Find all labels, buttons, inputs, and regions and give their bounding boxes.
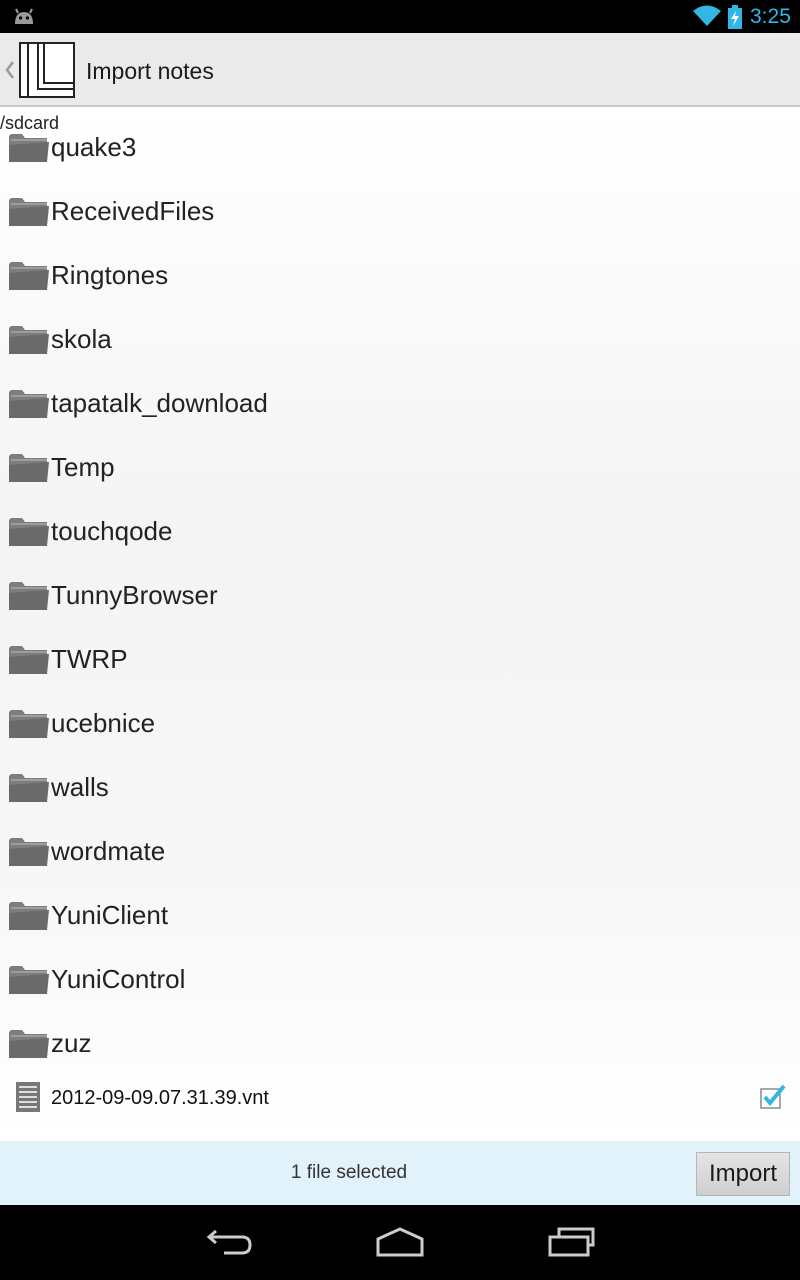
folder-row[interactable]: Temp: [0, 437, 800, 501]
folder-name: quake3: [51, 132, 137, 162]
folder-icon: [9, 388, 49, 425]
folder-name: YuniControl: [51, 964, 186, 994]
folder-icon: [9, 1028, 49, 1065]
app-icon[interactable]: [18, 41, 80, 106]
folder-row[interactable]: TunnyBrowser: [0, 565, 800, 629]
folder-row[interactable]: ucebnice: [0, 693, 800, 757]
folder-name: YuniClient: [51, 900, 169, 930]
folder-name: ReceivedFiles: [51, 196, 215, 226]
file-row[interactable]: 2012-09-09.07.31.39.vnt: [0, 1065, 800, 1131]
folder-name: ucebnice: [51, 708, 156, 738]
folder-row[interactable]: tapatalk_download: [0, 373, 800, 437]
folder-row[interactable]: YuniClient: [0, 885, 800, 949]
folder-icon: [9, 516, 49, 553]
selected-count: 1 file selected: [290, 1162, 408, 1183]
selection-bar: 1 file selected Import: [0, 1141, 800, 1205]
folder-row[interactable]: wordmate: [0, 821, 800, 885]
folder-row[interactable]: skola: [0, 309, 800, 373]
folder-row[interactable]: walls: [0, 757, 800, 821]
folder-row[interactable]: quake3: [0, 117, 800, 181]
folder-name: tapatalk_download: [51, 388, 268, 418]
folder-row[interactable]: TWRP: [0, 629, 800, 693]
file-name: 2012-09-09.07.31.39.vnt: [51, 1087, 269, 1109]
folder-name: skola: [51, 324, 112, 354]
screen-title: Import notes: [86, 58, 214, 84]
document-icon: [16, 1082, 40, 1117]
folder-icon: [9, 580, 49, 617]
battery-charging-icon: [728, 5, 742, 34]
navigation-bar: [0, 1205, 800, 1280]
folder-row[interactable]: ReceivedFiles: [0, 181, 800, 245]
file-checkbox[interactable]: [760, 1084, 786, 1115]
android-icon: [12, 6, 36, 31]
folder-icon: [9, 132, 49, 169]
folder-icon: [9, 324, 49, 361]
folder-icon: [9, 772, 49, 809]
folder-row[interactable]: YuniControl: [0, 949, 800, 1013]
folder-name: touchqode: [51, 516, 173, 546]
folder-icon: [9, 260, 49, 297]
folder-icon: [9, 196, 49, 233]
folder-icon: [9, 644, 49, 681]
folder-name: TunnyBrowser: [51, 580, 218, 610]
folder-name: wordmate: [51, 836, 166, 866]
status-bar: 3:25: [0, 0, 800, 33]
folder-name: TWRP: [51, 644, 128, 674]
folder-row[interactable]: touchqode: [0, 501, 800, 565]
folder-name: walls: [51, 772, 109, 802]
folder-row[interactable]: Ringtones: [0, 245, 800, 309]
home-icon[interactable]: [375, 1227, 425, 1262]
folder-name: Ringtones: [51, 260, 169, 290]
folder-name: zuz: [51, 1028, 92, 1058]
folder-icon: [9, 964, 49, 1001]
folder-list: quake3 ReceivedFiles Ringtones skola tapatal…: [0, 117, 800, 1077]
status-time: 3:25: [750, 5, 791, 28]
up-caret-icon[interactable]: [4, 60, 16, 85]
folder-icon: [9, 452, 49, 489]
folder-name: Temp: [51, 452, 115, 482]
recents-icon[interactable]: [547, 1227, 597, 1262]
folder-icon: [9, 708, 49, 745]
wifi-icon: [692, 5, 722, 32]
file-browser: /sdcard quake3 ReceivedFiles Ringtones skol…: [0, 107, 800, 1141]
import-button[interactable]: Import: [696, 1152, 790, 1196]
folder-icon: [9, 900, 49, 937]
back-icon[interactable]: [206, 1227, 254, 1262]
action-bar: Import notes: [0, 33, 800, 107]
folder-icon: [9, 836, 49, 873]
